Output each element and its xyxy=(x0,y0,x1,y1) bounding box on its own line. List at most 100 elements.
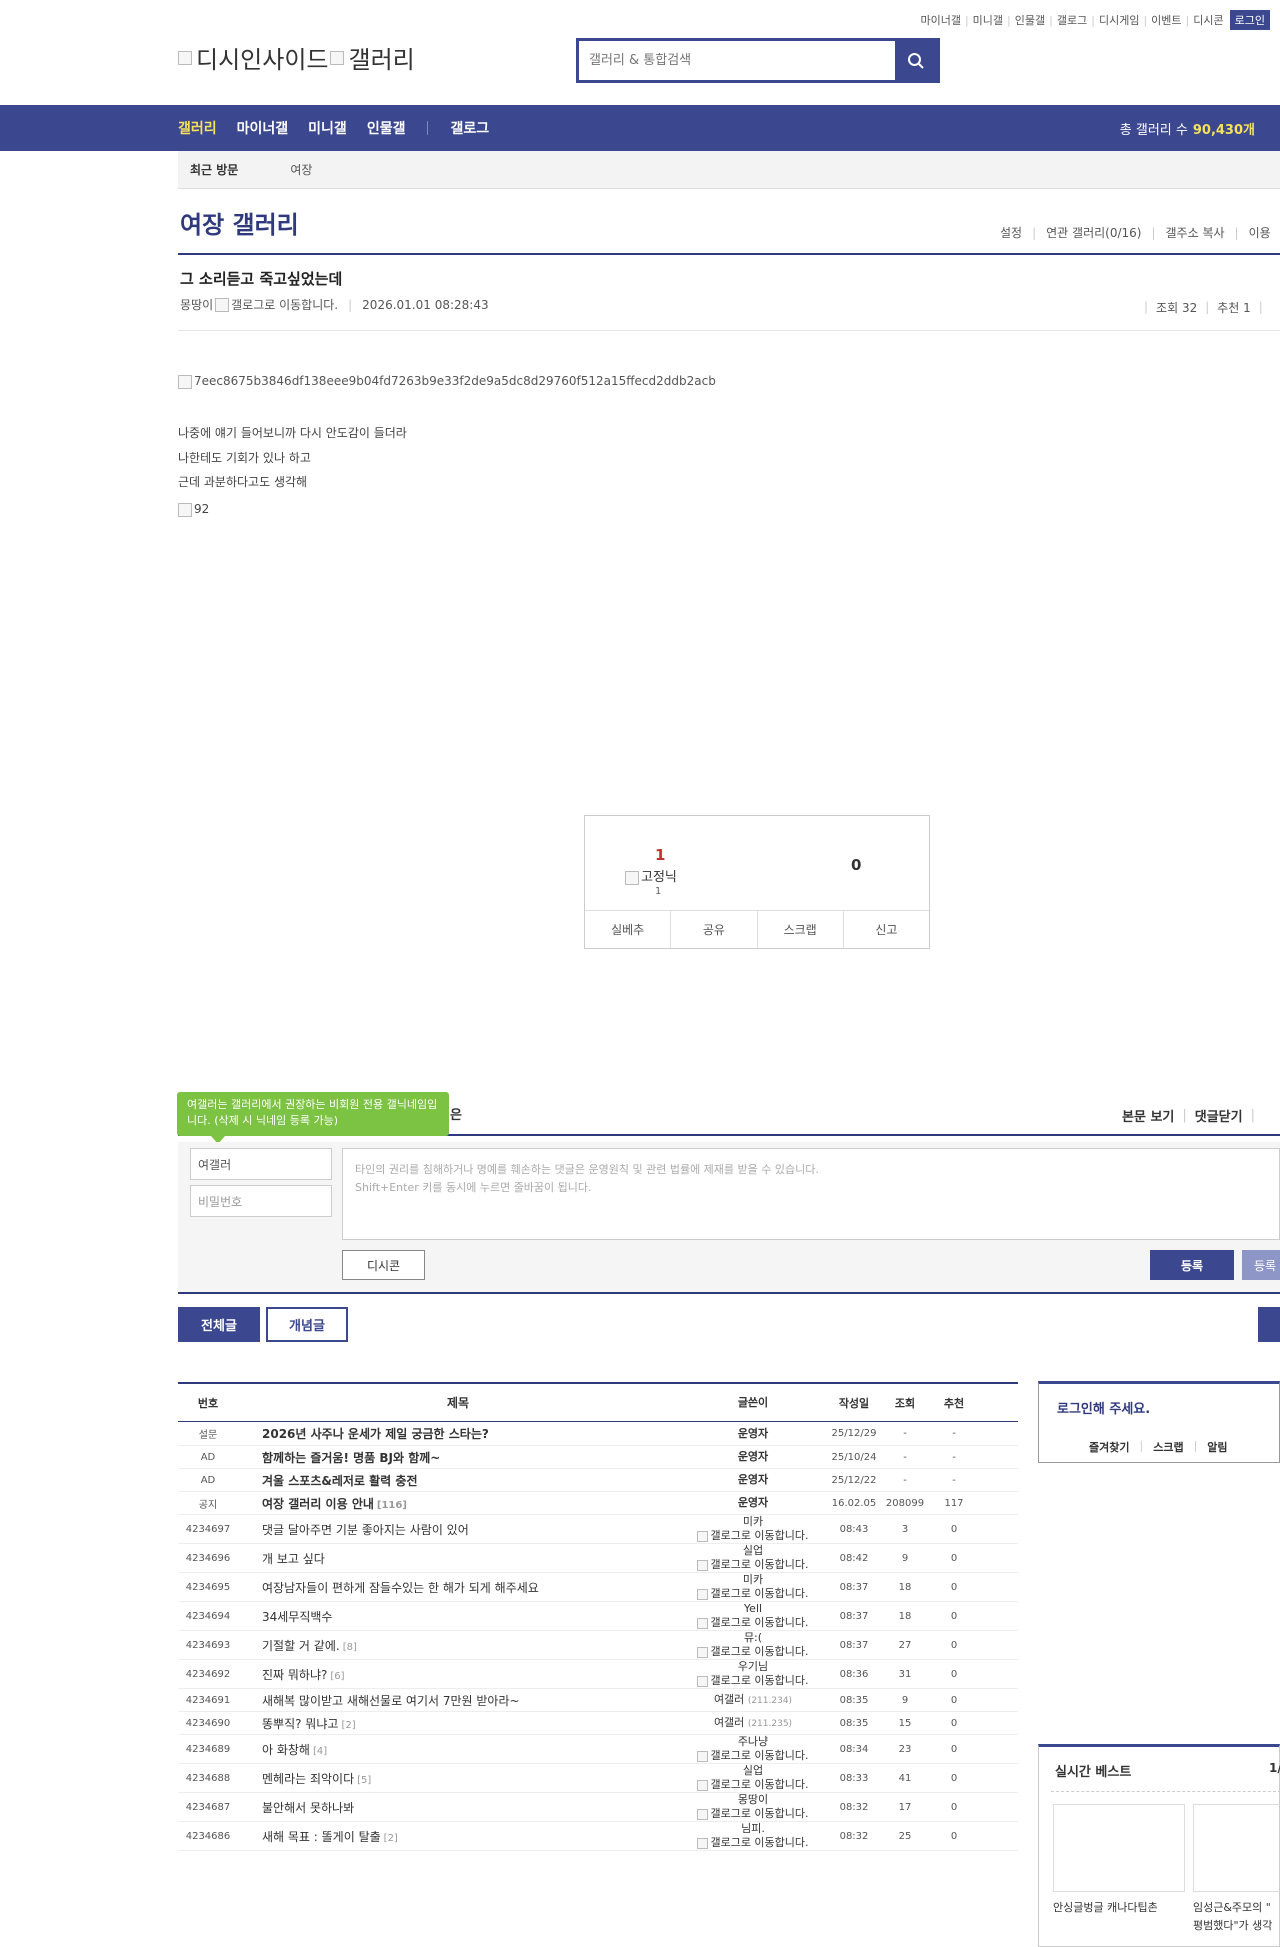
row-title[interactable]: 아 화창해 [4] xyxy=(238,1741,678,1758)
gallog-icon[interactable] xyxy=(697,1779,709,1791)
row-title[interactable]: 똥뿌직? 뭐냐고 [2] xyxy=(238,1715,678,1732)
best-caption-1[interactable]: 안싱글벙글 캐나다팁촌 xyxy=(1053,1899,1158,1915)
row-writer[interactable]: 님피. 갤로그로 이동합니다. xyxy=(678,1822,828,1850)
row-writer[interactable]: 뮤:(갤로그로 이동합니다. xyxy=(678,1631,828,1659)
row-writer[interactable]: 미카 갤로그로 이동합니다. xyxy=(678,1515,828,1543)
gallog-icon[interactable] xyxy=(215,297,230,312)
row-title[interactable]: 2026년 사주나 운세가 제일 궁금한 스타는? xyxy=(238,1425,678,1442)
row-writer[interactable]: 운영자 xyxy=(678,1450,828,1464)
report-button[interactable]: 신고 xyxy=(844,911,929,948)
row-writer[interactable]: 몽땅이 갤로그로 이동합니다. xyxy=(678,1793,828,1821)
write-button[interactable] xyxy=(1258,1307,1280,1342)
scrap-link[interactable]: 스크랩 xyxy=(1153,1439,1183,1455)
table-row[interactable]: 4234695 여장남자들이 편하게 잠들수있는 한 해가 되게 해주세요 미카 갤로… xyxy=(178,1573,1018,1602)
top-link-mini[interactable]: 미니갤 xyxy=(973,12,1003,28)
row-writer[interactable]: 운영자 xyxy=(678,1427,828,1441)
close-comments-link[interactable]: 댓글닫기 xyxy=(1195,1106,1243,1125)
fixed-nick-recommend[interactable]: 고정닉 xyxy=(625,866,677,885)
gallery-settings[interactable]: 설정 xyxy=(1000,224,1022,241)
top-link-minor[interactable]: 마이너갤 xyxy=(920,12,960,28)
table-row[interactable]: AD 함께하는 즐거움! 명품 BJ와 함께~ 운영자 25/10/24 - - xyxy=(178,1446,1018,1469)
table-row[interactable]: 4234691 새해복 많이받고 새해선물로 여기서 7만원 받아라~ 여갤러 (2… xyxy=(178,1689,1018,1712)
row-comment-count[interactable]: [116] xyxy=(377,1500,407,1511)
recent-visit-item[interactable]: 여장 xyxy=(290,161,312,178)
row-title[interactable]: 기절할 거 같에. [8] xyxy=(238,1637,678,1654)
gallog-icon[interactable] xyxy=(697,1808,709,1820)
gallery-title[interactable]: 여장 갤러리 xyxy=(180,205,299,240)
comment-register-button-2[interactable]: 등록 xyxy=(1242,1250,1280,1280)
best-thumb-2[interactable] xyxy=(1193,1804,1280,1892)
row-writer[interactable]: 미카 갤로그로 이동합니다. xyxy=(678,1573,828,1601)
real-best-button[interactable]: 실베추 xyxy=(585,911,672,948)
table-row[interactable]: 4234689 아 화창해 [4] 주나냥 갤로그로 이동합니다. 08:34 23 0 xyxy=(178,1735,1018,1764)
row-comment-count[interactable]: [5] xyxy=(357,1775,371,1786)
dccon-button[interactable]: 디시콘 xyxy=(342,1250,425,1280)
row-title[interactable]: 개 보고 싶다 xyxy=(238,1550,678,1567)
gallog-icon[interactable] xyxy=(697,1617,709,1629)
gallog-icon[interactable] xyxy=(697,1646,709,1658)
scrap-button[interactable]: 스크랩 xyxy=(758,911,844,948)
row-title[interactable]: 새해 목표 : 똘게이 탈출 [2] xyxy=(238,1828,678,1845)
row-comment-count[interactable]: [6] xyxy=(330,1671,344,1682)
nav-mini[interactable]: 미니갤 xyxy=(308,118,347,138)
row-writer[interactable]: 주나냥 갤로그로 이동합니다. xyxy=(678,1735,828,1763)
row-writer[interactable]: 실업 갤로그로 이동합니다. xyxy=(678,1764,828,1792)
nav-gallog[interactable]: 갤로그 xyxy=(450,118,489,138)
share-button[interactable]: 공유 xyxy=(671,911,758,948)
login-button[interactable]: 로그인 xyxy=(1229,10,1270,30)
gallery-usage[interactable]: 이용 xyxy=(1249,224,1271,241)
table-row[interactable]: 4234697 댓글 달아주면 기분 좋아지는 사람이 있어 미카 갤로그로 이동합니… xyxy=(178,1515,1018,1544)
top-link-gallog[interactable]: 갤로그 xyxy=(1057,12,1087,28)
row-title[interactable]: 멘헤라는 죄악이다 [5] xyxy=(238,1770,678,1787)
row-writer[interactable]: 여갤러 (211.234) xyxy=(678,1693,828,1708)
gallog-icon[interactable] xyxy=(697,1675,709,1687)
login-prompt[interactable]: 로그인해 주세요. xyxy=(1057,1398,1150,1417)
table-row[interactable]: 4234696 개 보고 싶다 실업 갤로그로 이동합니다. 08:42 9 0 xyxy=(178,1544,1018,1573)
search-input[interactable] xyxy=(579,41,895,80)
row-title[interactable]: 진짜 뭐하냐? [6] xyxy=(238,1666,678,1683)
comment-password-input[interactable]: 비밀번호 xyxy=(190,1185,332,1217)
table-row[interactable]: 4234693 기절할 거 같에. [8] 뮤:(갤로그로 이동합니다. 08:37 27… xyxy=(178,1631,1018,1660)
row-writer[interactable]: 우기님 갤로그로 이동합니다. xyxy=(678,1660,828,1688)
gallog-icon[interactable] xyxy=(697,1530,709,1542)
row-title[interactable]: 여장남자들이 편하게 잠들수있는 한 해가 되게 해주세요 xyxy=(238,1579,678,1596)
comment-name-input[interactable] xyxy=(190,1148,332,1180)
favorites-link[interactable]: 즐겨찾기 xyxy=(1089,1439,1129,1455)
site-logo[interactable]: 디시인사이드 갤러리 xyxy=(178,40,415,75)
row-writer[interactable]: 실업 갤로그로 이동합니다. xyxy=(678,1544,828,1572)
row-title[interactable]: 댓글 달아주면 기분 좋아지는 사람이 있어 xyxy=(238,1521,678,1538)
row-writer[interactable]: 운영자 xyxy=(678,1496,828,1510)
row-title[interactable]: 겨울 스포츠&레저로 활력 충전 xyxy=(238,1472,678,1489)
top-link-event[interactable]: 이벤트 xyxy=(1151,12,1181,28)
row-title[interactable]: 34세무직백수 xyxy=(238,1608,678,1625)
best-thumb-1[interactable] xyxy=(1053,1804,1185,1892)
nav-minor[interactable]: 마이너갤 xyxy=(237,118,289,138)
table-row[interactable]: 4234688 멘헤라는 죄악이다 [5] 실업 갤로그로 이동합니다. 08:33 41 0 xyxy=(178,1764,1018,1793)
comment-register-button[interactable]: 등록 xyxy=(1150,1250,1234,1280)
comment-textarea[interactable]: 타인의 권리를 침해하거나 명예를 훼손하는 댓글은 운영원칙 및 관련 법률에… xyxy=(342,1148,1280,1240)
table-row[interactable]: 공지 여장 갤러리 이용 안내 [116] 운영자 16.02.05 208099 117 xyxy=(178,1492,1018,1515)
alarm-link[interactable]: 알림 xyxy=(1207,1439,1227,1455)
row-comment-count[interactable]: [2] xyxy=(384,1833,398,1844)
table-row[interactable]: 설문 2026년 사주나 운세가 제일 궁금한 스타는? 운영자 25/12/29 - - xyxy=(178,1422,1018,1446)
top-link-dccon[interactable]: 디시콘 xyxy=(1193,12,1223,28)
top-link-game[interactable]: 디시게임 xyxy=(1099,12,1139,28)
row-title[interactable]: 불안해서 못하나봐 xyxy=(238,1799,678,1816)
gallog-icon[interactable] xyxy=(697,1559,709,1571)
gallog-icon[interactable] xyxy=(697,1750,709,1762)
top-link-person[interactable]: 인물갤 xyxy=(1015,12,1045,28)
table-row[interactable]: 4234694 34세무직백수 Yell 갤로그로 이동합니다. 08:37 18 0 xyxy=(178,1602,1018,1631)
table-row[interactable]: 4234687 불안해서 못하나봐 몽땅이 갤로그로 이동합니다. 08:32 17 0 xyxy=(178,1793,1018,1822)
table-row[interactable]: 4234692 진짜 뭐하냐? [6] 우기님 갤로그로 이동합니다. 08:36 31 0 xyxy=(178,1660,1018,1689)
nav-person[interactable]: 인물갤 xyxy=(367,118,406,138)
copy-gallery-url[interactable]: 갤주소 복사 xyxy=(1166,224,1225,241)
gallog-icon[interactable] xyxy=(697,1588,709,1600)
row-title[interactable]: 새해복 많이받고 새해선물로 여기서 7만원 받아라~ xyxy=(238,1692,678,1709)
row-comment-count[interactable]: [4] xyxy=(313,1746,327,1757)
gallog-icon[interactable] xyxy=(697,1837,709,1849)
post-author[interactable]: 몽땅이 xyxy=(180,296,213,313)
best-caption-2[interactable]: 임성근&주모의 " 평범했다"가 생각 xyxy=(1193,1899,1280,1935)
view-post-link[interactable]: 본문 보기 xyxy=(1122,1106,1174,1125)
row-title[interactable]: 함께하는 즐거움! 명품 BJ와 함께~ xyxy=(238,1449,678,1466)
nav-gallery[interactable]: 갤러리 xyxy=(178,118,217,138)
